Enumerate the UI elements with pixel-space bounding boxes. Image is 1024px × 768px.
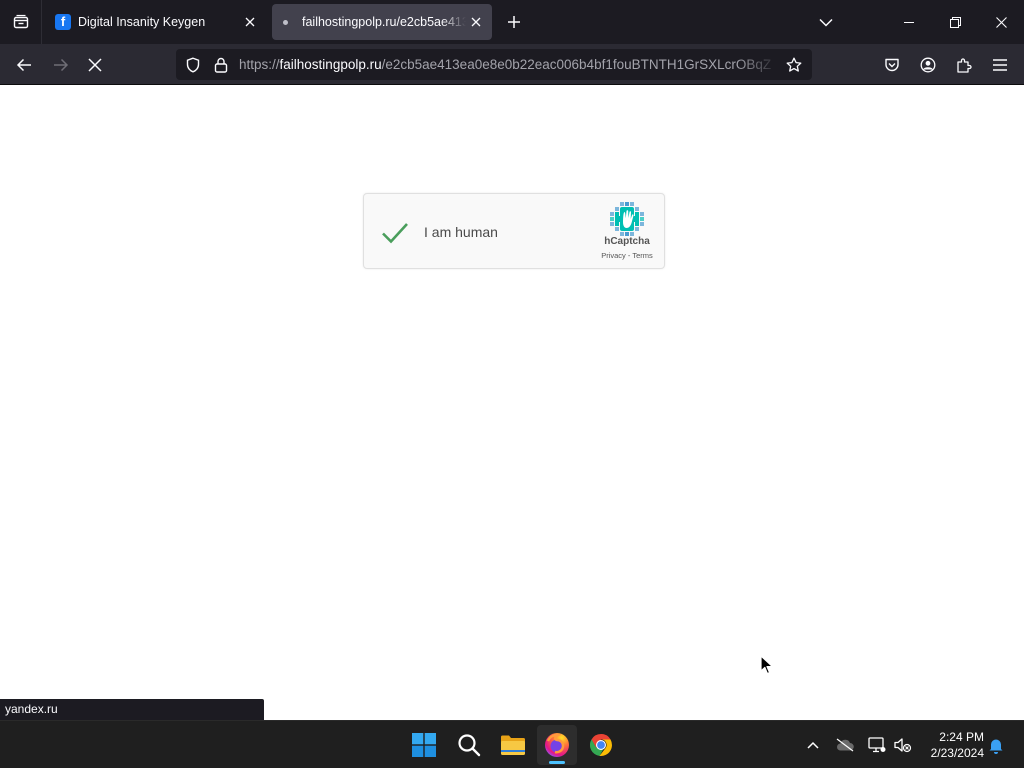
- file-explorer-button[interactable]: [493, 725, 533, 765]
- taskbar: 2:24 PM 2/23/2024: [0, 720, 1024, 768]
- facebook-icon: f: [55, 14, 71, 30]
- system-clock[interactable]: 2:24 PM 2/23/2024: [918, 729, 984, 761]
- url-path: /e2cb5ae413ea0e8e0b22eac006b4bf1fouBTNTH…: [381, 57, 772, 72]
- back-button[interactable]: [9, 50, 39, 80]
- captcha-privacy-terms-links[interactable]: Privacy - Terms: [596, 251, 658, 260]
- chrome-taskbar-button[interactable]: [581, 725, 621, 765]
- loading-dot-icon: [283, 19, 288, 25]
- address-bar[interactable]: https://failhostingpolp.ru/e2cb5ae413ea0…: [176, 49, 812, 80]
- puzzle-icon: [957, 58, 972, 73]
- tab-close-button[interactable]: [240, 12, 260, 32]
- navigation-toolbar: https://failhostingpolp.ru/e2cb5ae413ea0…: [0, 44, 1024, 85]
- mouse-cursor-icon: [760, 655, 773, 675]
- stop-icon: [88, 58, 102, 72]
- captcha-label: I am human: [424, 224, 498, 240]
- plus-icon: [508, 16, 520, 28]
- tab-digital-insanity[interactable]: f Digital Insanity Keygen: [46, 4, 266, 40]
- close-icon: [471, 17, 481, 27]
- firefox-taskbar-button[interactable]: [537, 725, 577, 765]
- url-scheme: https://: [239, 57, 280, 72]
- arrow-right-icon: [54, 58, 69, 72]
- hcaptcha-logo-icon: [610, 202, 644, 236]
- notifications-button[interactable]: [986, 735, 1006, 755]
- lock-icon: [214, 57, 228, 73]
- list-all-tabs-button[interactable]: [812, 10, 840, 34]
- restore-button[interactable]: [932, 0, 978, 44]
- url-text[interactable]: https://failhostingpolp.ru/e2cb5ae413ea0…: [239, 57, 780, 72]
- minimize-icon: [904, 22, 914, 23]
- shield-icon: [186, 56, 200, 73]
- cloud-off-icon: [836, 738, 854, 752]
- tab-failhostingpolp[interactable]: failhostingpolp.ru/e2cb5ae413ea0e8e0b22e…: [272, 4, 492, 40]
- pocket-icon: [885, 58, 899, 72]
- pocket-button[interactable]: [878, 51, 906, 79]
- tab-strip: f Digital Insanity Keygen failhostingpol…: [0, 0, 1024, 44]
- firefox-view-icon: [13, 14, 28, 29]
- checkmark-icon: [382, 223, 408, 244]
- onedrive-tray-button[interactable]: [835, 735, 855, 755]
- clock-time: 2:24 PM: [939, 730, 984, 744]
- close-icon: [245, 17, 255, 27]
- search-button[interactable]: [449, 725, 489, 765]
- new-tab-button[interactable]: [502, 10, 526, 34]
- volume-tray-button[interactable]: [893, 735, 913, 755]
- chrome-icon: [590, 734, 612, 756]
- chevron-down-icon: [819, 18, 833, 27]
- clock-date: 2/23/2024: [930, 746, 984, 760]
- tracking-protection-button[interactable]: [183, 55, 203, 75]
- account-button[interactable]: [914, 51, 942, 79]
- network-icon: [868, 737, 886, 753]
- forward-button[interactable]: [46, 50, 76, 80]
- active-app-indicator: [549, 761, 565, 764]
- status-panel: yandex.ru: [0, 699, 264, 720]
- volume-muted-icon: [894, 738, 912, 753]
- stop-loading-button[interactable]: [80, 50, 110, 80]
- captcha-checkbox[interactable]: [380, 218, 410, 248]
- star-icon: [786, 57, 802, 72]
- url-domain: failhostingpolp.ru: [279, 57, 382, 72]
- bell-icon: [989, 739, 1003, 754]
- search-icon: [458, 734, 481, 757]
- chevron-up-icon: [807, 741, 819, 749]
- restore-icon: [949, 16, 961, 28]
- windows-start-icon: [412, 733, 436, 757]
- close-icon: [995, 16, 1007, 28]
- hcaptcha-widget[interactable]: I am human hCaptcha Privacy - Terms: [363, 193, 665, 269]
- file-explorer-icon: [501, 735, 525, 755]
- extensions-button[interactable]: [950, 51, 978, 79]
- bookmark-button[interactable]: [780, 51, 808, 79]
- network-tray-button[interactable]: [867, 735, 887, 755]
- tab-close-button[interactable]: [466, 12, 486, 32]
- close-window-button[interactable]: [978, 0, 1024, 44]
- page-content: I am human hCaptcha Privacy - Terms: [0, 85, 1024, 720]
- tab-title: Digital Insanity Keygen: [78, 15, 206, 29]
- account-icon: [920, 57, 936, 73]
- arrow-left-icon: [16, 58, 31, 72]
- site-info-button[interactable]: [211, 55, 231, 75]
- firefox-view-button[interactable]: [0, 0, 42, 44]
- show-hidden-icons-button[interactable]: [803, 735, 823, 755]
- tab-title: failhostingpolp.ru/e2cb5ae413ea0e8e0b22e…: [302, 15, 466, 29]
- start-button[interactable]: [404, 725, 444, 765]
- app-menu-button[interactable]: [986, 51, 1014, 79]
- hcaptcha-brand: hCaptcha: [604, 236, 650, 247]
- hamburger-menu-icon: [993, 59, 1007, 71]
- minimize-button[interactable]: [886, 0, 932, 44]
- firefox-icon: [545, 733, 569, 757]
